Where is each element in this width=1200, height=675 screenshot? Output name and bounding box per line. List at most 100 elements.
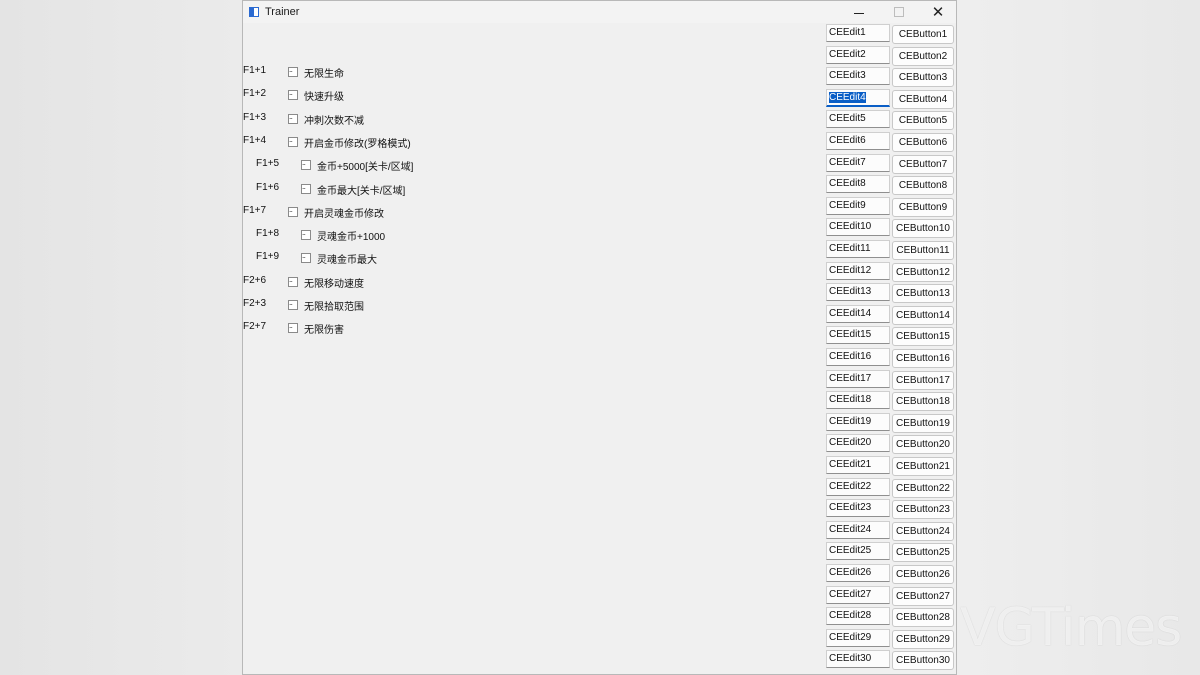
ce-button[interactable]: CEButton6 — [892, 133, 954, 152]
option-checkbox[interactable] — [301, 253, 311, 264]
ce-edit-field[interactable]: CEEdit4 — [826, 88, 890, 107]
ce-button[interactable]: CEButton28 — [892, 608, 954, 628]
close-button[interactable]: ✕ — [918, 1, 958, 23]
minimize-button[interactable] — [839, 1, 879, 23]
ce-edit-text: CEEdit25 — [829, 545, 872, 557]
ce-edit-field[interactable]: CEEdit29 — [826, 628, 890, 647]
ce-edit-field[interactable]: CEEdit7 — [826, 153, 890, 172]
ce-button[interactable]: CEButton15 — [892, 327, 954, 347]
option-label: 开启金币修改(罗格模式) — [304, 138, 411, 150]
option-checkbox[interactable] — [288, 113, 298, 124]
ce-button[interactable]: CEButton19 — [892, 413, 954, 433]
trainer-window: Trainer ✕ F1+1 无限生命 F1+2 快速升级 F1+3 冲刺次数不减 F1+4… — [242, 0, 957, 675]
ce-button[interactable]: CEButton12 — [892, 262, 954, 282]
ce-button[interactable]: CEButton9 — [892, 197, 954, 217]
ce-edit-field[interactable]: CEEdit12 — [826, 261, 890, 280]
ce-button[interactable]: CEButton20 — [892, 435, 954, 455]
ce-button[interactable]: CEButton18 — [892, 392, 954, 412]
ce-edit-field[interactable]: CEEdit19 — [826, 412, 890, 431]
ce-button[interactable]: CEButton30 — [892, 651, 954, 671]
ce-edit-text: CEEdit12 — [829, 264, 872, 276]
ce-button[interactable]: CEButton7 — [892, 154, 954, 174]
ce-edit-field[interactable]: CEEdit26 — [826, 564, 890, 582]
ce-button[interactable]: CEButton22 — [892, 478, 954, 498]
option-checkbox[interactable] — [288, 300, 298, 310]
ce-edit-text: CEEdit2 — [829, 48, 866, 60]
hotkey-label: F2+6 — [243, 274, 267, 286]
option-checkbox[interactable] — [288, 276, 298, 287]
ce-button[interactable]: CEButton10 — [892, 219, 954, 239]
option-checkbox[interactable] — [288, 323, 298, 334]
ce-edit-text: CEEdit30 — [829, 653, 872, 665]
cheat-option-row: F1+9 灵魂金币最大 — [243, 248, 543, 266]
minimize-icon — [854, 12, 864, 14]
ce-button[interactable]: CEButton29 — [892, 629, 954, 649]
ce-button[interactable]: CEButton3 — [892, 68, 954, 88]
cheat-option-row: F1+5 金币+5000[关卡/区域] — [243, 155, 543, 173]
ce-edit-field[interactable]: CEEdit8 — [826, 175, 890, 194]
ce-button[interactable]: CEButton2 — [892, 46, 954, 66]
window-title: Trainer — [265, 6, 300, 18]
ce-edit-field[interactable]: CEEdit22 — [826, 477, 890, 496]
option-checkbox[interactable] — [301, 230, 311, 241]
option-checkbox[interactable] — [301, 160, 311, 171]
hotkey-label: F1+8 — [256, 228, 280, 240]
ce-button[interactable]: CEButton26 — [892, 565, 954, 584]
ce-edit-field[interactable]: CEEdit5 — [826, 110, 890, 129]
ce-button[interactable]: CEButton5 — [892, 111, 954, 131]
ce-edit-text: CEEdit13 — [829, 286, 872, 298]
ce-edit-field[interactable]: CEEdit13 — [826, 283, 890, 302]
ce-edit-field[interactable]: CEEdit20 — [826, 434, 890, 453]
option-checkbox[interactable] — [301, 183, 311, 194]
ce-edit-field[interactable]: CEEdit24 — [826, 520, 890, 539]
ce-button[interactable]: CEButton8 — [892, 176, 954, 196]
ce-edit-field[interactable]: CEEdit10 — [826, 218, 890, 237]
ce-button[interactable]: CEButton11 — [892, 241, 954, 260]
ce-button[interactable]: CEButton27 — [892, 586, 954, 606]
ce-edit-text: CEEdit10 — [829, 221, 872, 233]
option-checkbox[interactable] — [288, 206, 298, 217]
ce-edit-field[interactable]: CEEdit25 — [826, 542, 890, 561]
ce-edit-field[interactable]: CEEdit15 — [826, 326, 890, 345]
ce-edit-field[interactable]: CEEdit14 — [826, 304, 890, 323]
hotkey-label: F1+7 — [243, 204, 267, 216]
option-label: 无限拾取范围 — [304, 302, 364, 313]
cheat-option-row: F1+3 冲刺次数不减 — [243, 109, 543, 127]
ce-button[interactable]: CEButton16 — [892, 349, 954, 368]
option-label: 灵魂金币最大 — [317, 255, 377, 267]
maximize-button[interactable] — [879, 1, 919, 23]
cheat-option-row: F1+6 金币最大[关卡/区域] — [243, 179, 543, 197]
ce-button[interactable]: CEButton25 — [892, 543, 954, 563]
ce-edit-field[interactable]: CEEdit23 — [826, 499, 890, 518]
ce-button[interactable]: CEButton14 — [892, 305, 954, 325]
ce-edit-field[interactable]: CEEdit11 — [826, 240, 890, 258]
ce-edit-field[interactable]: CEEdit18 — [826, 391, 890, 410]
ce-edit-field[interactable]: CEEdit21 — [826, 456, 890, 474]
ce-edit-field[interactable]: CEEdit17 — [826, 369, 890, 388]
ce-edit-field[interactable]: CEEdit6 — [826, 132, 890, 150]
option-label: 冲刺次数不减 — [304, 115, 364, 127]
option-checkbox[interactable] — [288, 67, 298, 77]
ce-button[interactable]: CEButton1 — [892, 25, 954, 44]
ce-edit-text: CEEdit11 — [829, 243, 871, 254]
ce-button[interactable]: CEButton13 — [892, 284, 954, 304]
option-checkbox[interactable] — [288, 90, 298, 101]
ce-edit-field[interactable]: CEEdit27 — [826, 585, 890, 604]
ce-edit-field[interactable]: CEEdit16 — [826, 348, 890, 366]
ce-button[interactable]: CEButton24 — [892, 521, 954, 541]
ce-edit-text: CEEdit16 — [829, 351, 872, 362]
ce-button[interactable]: CEButton17 — [892, 370, 954, 390]
ce-edit-field[interactable]: CEEdit28 — [826, 607, 890, 626]
ce-edit-field[interactable]: CEEdit1 — [826, 24, 890, 42]
option-label: 灵魂金币+1000 — [317, 232, 386, 244]
ce-button[interactable]: CEButton4 — [892, 89, 954, 109]
option-checkbox[interactable] — [288, 136, 298, 147]
ce-edit-field[interactable]: CEEdit30 — [826, 650, 890, 669]
ce-edit-field[interactable]: CEEdit2 — [826, 45, 890, 64]
ce-edit-text: CEEdit19 — [829, 415, 872, 427]
ce-button[interactable]: CEButton23 — [892, 500, 954, 520]
ce-button[interactable]: CEButton21 — [892, 457, 954, 476]
ce-edit-field[interactable]: CEEdit9 — [826, 196, 890, 215]
ce-edit-field[interactable]: CEEdit3 — [826, 67, 890, 86]
title-bar[interactable]: Trainer ✕ — [243, 1, 956, 23]
